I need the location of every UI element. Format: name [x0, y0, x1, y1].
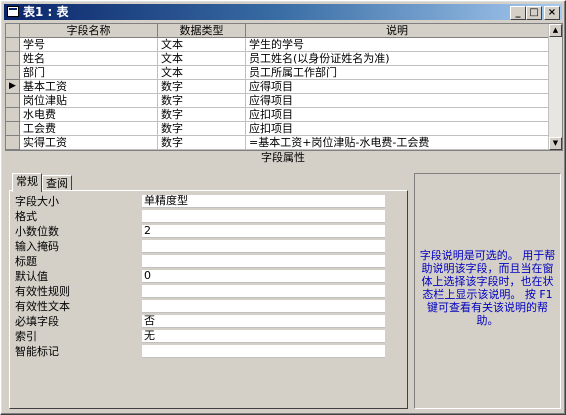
property-row: 默认值 0	[15, 270, 395, 284]
property-label: 小数位数	[15, 225, 59, 238]
property-value-field[interactable]	[142, 285, 385, 298]
field-name-cell[interactable]: 实得工资	[20, 136, 158, 150]
table-row[interactable]: 实得工资 数字 =基本工资+岗位津贴-水电费-工会费	[6, 136, 549, 150]
row-selector[interactable]	[6, 136, 20, 150]
description-cell[interactable]: 员工所属工作部门	[246, 66, 549, 80]
property-row: 有效性规则	[15, 285, 395, 299]
table-row[interactable]: ▶ 基本工资 数字 应得项目	[6, 80, 549, 94]
scroll-down-button[interactable]: ▼	[549, 137, 562, 150]
property-label: 索引	[15, 330, 37, 343]
property-row: 格式	[15, 210, 395, 224]
property-label: 默认值	[15, 270, 48, 283]
table-row[interactable]: 水电费 数字 应扣项目	[6, 108, 549, 122]
window-title: 表1 : 表	[23, 5, 69, 19]
column-header-field-name[interactable]: 字段名称	[20, 24, 158, 38]
description-cell[interactable]: =基本工资+岗位津贴-水电费-工会费	[246, 136, 549, 150]
property-row: 小数位数 2	[15, 225, 395, 239]
field-name-cell[interactable]: 部门	[20, 66, 158, 80]
row-selector[interactable]	[6, 66, 20, 80]
field-name-cell[interactable]: 姓名	[20, 52, 158, 66]
description-cell[interactable]: 学生的学号	[246, 38, 549, 52]
data-type-cell[interactable]: 文本	[158, 52, 246, 66]
description-cell[interactable]: 员工姓名(以身份证姓名为准)	[246, 52, 549, 66]
description-cell[interactable]: 应得项目	[246, 94, 549, 108]
vertical-scrollbar[interactable]: ▲ ▼	[548, 24, 562, 150]
property-label: 输入掩码	[15, 240, 59, 253]
property-row: 字段大小 单精度型	[15, 195, 395, 209]
help-text: 字段说明是可选的。 用于帮助说明该字段，而且当在窗体上选择该字段时，也在状态栏上…	[419, 249, 556, 327]
property-row: 标题	[15, 255, 395, 269]
table-row[interactable]: 学号 文本 学生的学号	[6, 38, 549, 52]
property-label: 有效性规则	[15, 285, 70, 298]
table-row[interactable]: 岗位津贴 数字 应得项目	[6, 94, 549, 108]
data-type-cell[interactable]: 数字	[158, 122, 246, 136]
field-properties-panel: 常规 查阅 字段大小 单精度型格式小数位数 2 输入掩码标题默认值 0 有效性规则有效性文…	[9, 173, 408, 409]
data-type-cell[interactable]: 文本	[158, 66, 246, 80]
row-selector[interactable]: ▶	[6, 80, 20, 94]
field-name-cell[interactable]: 基本工资	[20, 80, 158, 94]
property-value-field[interactable]	[142, 345, 385, 358]
row-selector[interactable]	[6, 108, 20, 122]
property-value-field[interactable]: 0	[142, 270, 385, 283]
data-type-cell[interactable]: 数字	[158, 136, 246, 150]
minimize-button[interactable]: _	[510, 6, 526, 20]
property-label: 格式	[15, 210, 37, 223]
field-name-cell[interactable]: 工会费	[20, 122, 158, 136]
table-row[interactable]: 部门 文本 员工所属工作部门	[6, 66, 549, 80]
row-selector[interactable]	[6, 94, 20, 108]
field-grid: 字段名称 数据类型 说明 学号 文本 学生的学号 姓名 文本 员工姓名(以身份证姓名为准)…	[5, 23, 563, 151]
table-design-window: 表1 : 表 _ □ × 字段名称 数据类型 说明 学号 文本 学生的学号 姓名 文本员…	[0, 0, 566, 415]
property-row: 智能标记	[15, 345, 395, 359]
description-cell[interactable]: 应扣项目	[246, 122, 549, 136]
data-type-cell[interactable]: 文本	[158, 38, 246, 52]
property-row: 索引 无	[15, 330, 395, 344]
field-properties-label: 字段属性	[261, 151, 305, 164]
description-cell[interactable]: 应得项目	[246, 80, 549, 94]
column-header-data-type[interactable]: 数据类型	[158, 24, 246, 38]
property-value-field[interactable]	[142, 300, 385, 313]
row-selector[interactable]	[6, 122, 20, 136]
property-row: 有效性文本	[15, 300, 395, 314]
property-label: 标题	[15, 255, 37, 268]
row-selector-header	[6, 24, 20, 38]
table-row[interactable]: 姓名 文本 员工姓名(以身份证姓名为准)	[6, 52, 549, 66]
property-label: 必填字段	[15, 315, 59, 328]
property-value-field[interactable]: 2	[142, 225, 385, 238]
property-label: 字段大小	[15, 195, 59, 208]
column-header-description[interactable]: 说明	[246, 24, 549, 38]
property-value-field[interactable]: 单精度型	[142, 195, 385, 208]
general-tab-panel: 字段大小 单精度型格式小数位数 2 输入掩码标题默认值 0 有效性规则有效性文本必填字段 否…	[9, 190, 408, 409]
title-bar[interactable]: 表1 : 表 _ □ ×	[4, 4, 562, 20]
row-selector[interactable]	[6, 38, 20, 52]
field-name-cell[interactable]: 学号	[20, 38, 158, 52]
property-value-field[interactable]	[142, 240, 385, 253]
property-value-field[interactable]	[142, 210, 385, 223]
property-label: 有效性文本	[15, 300, 70, 313]
table-row[interactable]: 工会费 数字 应扣项目	[6, 122, 549, 136]
tab-general[interactable]: 常规	[12, 173, 42, 192]
data-type-cell[interactable]: 数字	[158, 80, 246, 94]
field-name-cell[interactable]: 水电费	[20, 108, 158, 122]
property-row: 输入掩码	[15, 240, 395, 254]
property-row: 必填字段 否	[15, 315, 395, 329]
property-label: 智能标记	[15, 345, 59, 358]
field-name-cell[interactable]: 岗位津贴	[20, 94, 158, 108]
table-icon	[7, 6, 19, 17]
close-button[interactable]: ×	[544, 6, 560, 20]
current-row-arrow-icon: ▶	[9, 81, 16, 91]
tab-lookup[interactable]: 查阅	[42, 175, 72, 191]
property-value-field[interactable]	[142, 255, 385, 268]
row-selector[interactable]	[6, 52, 20, 66]
scroll-up-button[interactable]: ▲	[549, 24, 562, 37]
help-panel: 字段说明是可选的。 用于帮助说明该字段，而且当在窗体上选择该字段时，也在状态栏上…	[414, 173, 561, 409]
data-type-cell[interactable]: 数字	[158, 94, 246, 108]
property-value-field[interactable]: 否	[142, 315, 385, 328]
data-type-cell[interactable]: 数字	[158, 108, 246, 122]
property-value-field[interactable]: 无	[142, 330, 385, 343]
maximize-button[interactable]: □	[526, 6, 542, 20]
description-cell[interactable]: 应扣项目	[246, 108, 549, 122]
